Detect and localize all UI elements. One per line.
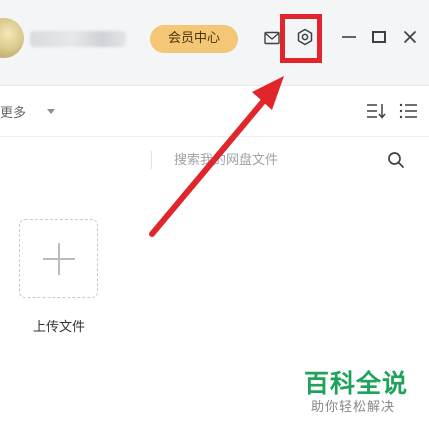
list-view-icon[interactable] xyxy=(398,102,418,120)
chevron-down-icon[interactable] xyxy=(47,109,55,114)
toolbar xyxy=(0,86,429,137)
search-divider xyxy=(151,151,152,169)
plus-icon xyxy=(43,243,75,275)
upload-file-button[interactable] xyxy=(19,219,98,298)
settings-highlight-box xyxy=(280,14,322,63)
sort-icon[interactable] xyxy=(366,102,386,120)
username-blurred xyxy=(30,31,126,47)
watermark-subtitle: 助你轻松解决 xyxy=(311,400,396,415)
search-icon[interactable] xyxy=(387,151,405,169)
close-icon[interactable] xyxy=(402,29,418,45)
upload-file-label: 上传文件 xyxy=(32,320,85,335)
vip-center-button[interactable]: 会员中心 xyxy=(150,25,238,53)
minimize-icon[interactable] xyxy=(340,28,358,46)
more-menu[interactable]: 更多 xyxy=(0,102,26,121)
watermark-title: 百科全说 xyxy=(304,369,409,398)
search-input[interactable] xyxy=(170,148,378,172)
mail-icon[interactable] xyxy=(264,31,280,45)
maximize-icon[interactable] xyxy=(371,29,387,45)
